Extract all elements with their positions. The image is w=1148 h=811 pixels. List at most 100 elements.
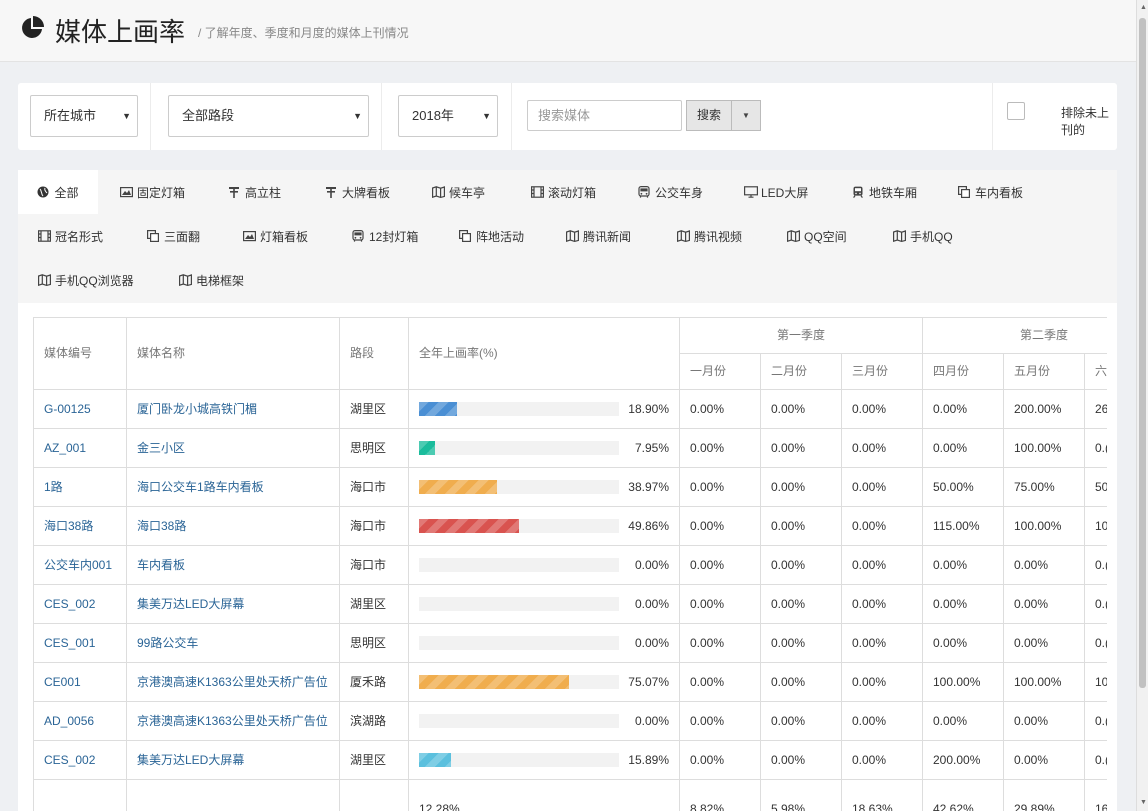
progress-bar-track <box>419 597 619 611</box>
month-rate-cell: 0.00% <box>761 507 842 546</box>
tab-8[interactable]: 地铁车厢 <box>842 170 927 214</box>
tab-12[interactable]: 灯箱看板 <box>233 214 318 258</box>
annual-rate-value: 0.00% <box>634 714 669 728</box>
tab-label: 冠名形式 <box>55 229 104 244</box>
road-cell: 思明区 <box>340 429 409 468</box>
header-month[interactable]: 一月份 <box>680 354 761 390</box>
scroll-down-icon[interactable]: ▼ <box>1140 799 1147 807</box>
tab-4[interactable]: 候车亭 <box>422 170 495 214</box>
month-rate-cell: 115.00% <box>923 507 1004 546</box>
header-month[interactable]: 三月份 <box>842 354 923 390</box>
tab-13[interactable]: 12封灯箱 <box>342 214 428 258</box>
month-rate-cell: 100.00% <box>1004 507 1085 546</box>
header-name[interactable]: 媒体名称 <box>127 318 340 390</box>
tab-1[interactable]: 固定灯箱 <box>110 170 195 214</box>
bus-icon <box>638 186 650 198</box>
month-rate-cell: 0.00% <box>923 546 1004 585</box>
map-icon <box>38 274 51 287</box>
pillar-icon <box>228 186 240 198</box>
media-code-link[interactable]: 海口38路 <box>34 507 127 546</box>
progress-bar-track <box>419 441 619 455</box>
media-code-link[interactable]: 公交车内001 <box>34 546 127 585</box>
media-name-link[interactable]: 京港澳高速K1363公里处天桥广告位 <box>127 663 340 702</box>
tab-2[interactable]: 高立柱 <box>218 170 291 214</box>
tab-17[interactable]: QQ空间 <box>777 214 857 258</box>
header-month[interactable]: 四月份 <box>923 354 1004 390</box>
media-name-link[interactable]: 99路公交车 <box>127 624 340 663</box>
tab-9[interactable]: 车内看板 <box>948 170 1033 214</box>
road-cell: 海口市 <box>340 468 409 507</box>
media-name-link[interactable]: 厦门卧龙小城高铁门楣 <box>127 390 340 429</box>
footer-month: 8.82% <box>680 780 761 811</box>
month-rate-cell: 0.( <box>1085 585 1107 624</box>
media-name-link[interactable]: 集美万达LED大屏幕 <box>127 585 340 624</box>
tab-16[interactable]: 腾讯视频 <box>667 214 752 258</box>
header-month[interactable]: 六 <box>1085 354 1107 390</box>
header-month[interactable]: 五月份 <box>1004 354 1085 390</box>
annual-rate-value: 38.97% <box>628 480 669 494</box>
scroll-up-icon[interactable]: ▲ <box>1140 4 1147 12</box>
picture-icon <box>243 230 257 242</box>
search-button[interactable]: 搜索 <box>686 100 732 131</box>
tab-label: 腾讯视频 <box>694 229 743 244</box>
city-select[interactable]: 所在城市 ▼ <box>30 95 138 137</box>
tab-7[interactable]: LED大屏 <box>734 170 818 214</box>
media-code-link[interactable]: CES_001 <box>34 624 127 663</box>
road-cell: 思明区 <box>340 624 409 663</box>
month-rate-cell: 0.00% <box>842 741 923 780</box>
road-select[interactable]: 全部路段 ▼ <box>168 95 369 137</box>
page-scrollbar[interactable]: ▲ ▼ <box>1136 0 1148 811</box>
month-rate-cell: 0.00% <box>842 468 923 507</box>
month-rate-cell: 0.00% <box>761 546 842 585</box>
media-code-link[interactable]: 1路 <box>34 468 127 507</box>
annual-rate-cell: 38.97% <box>409 468 680 507</box>
scrollbar-thumb[interactable] <box>1139 18 1146 688</box>
tab-10[interactable]: 冠名形式 <box>28 214 113 258</box>
header-annual[interactable]: 全年上画率(%) <box>409 318 680 390</box>
header-road[interactable]: 路段 <box>340 318 409 390</box>
media-name-link[interactable]: 海口公交车1路车内看板 <box>127 468 340 507</box>
media-name-link[interactable]: 车内看板 <box>127 546 340 585</box>
media-name-link[interactable]: 金三小区 <box>127 429 340 468</box>
media-code-link[interactable]: AD_0056 <box>34 702 127 741</box>
tab-label: 高立柱 <box>245 185 282 200</box>
exclude-unpublished-checkbox[interactable] <box>1007 102 1025 120</box>
search-input[interactable]: 搜索媒体 <box>527 100 682 131</box>
media-code-link[interactable]: CES_002 <box>34 585 127 624</box>
month-rate-cell: 0.00% <box>923 702 1004 741</box>
month-rate-cell: 0.00% <box>1004 702 1085 741</box>
media-code-link[interactable]: AZ_001 <box>34 429 127 468</box>
tab-19[interactable]: 手机QQ浏览器 <box>28 258 144 302</box>
media-code-link[interactable]: CES_002 <box>34 741 127 780</box>
tab-14[interactable]: 阵地活动 <box>449 214 534 258</box>
annual-rate-cell: 15.89% <box>409 741 680 780</box>
media-name-link[interactable]: 海口38路 <box>127 507 340 546</box>
year-select[interactable]: 2018年 ▼ <box>398 95 498 137</box>
header-code[interactable]: 媒体编号 <box>34 318 127 390</box>
media-code-link[interactable]: CE001 <box>34 663 127 702</box>
tab-0[interactable]: 全部 <box>18 170 98 214</box>
tab-5[interactable]: 滚动灯箱 <box>521 170 606 214</box>
month-rate-cell: 0.00% <box>842 585 923 624</box>
month-rate-cell: 0.00% <box>680 663 761 702</box>
divider <box>381 83 382 150</box>
tab-6[interactable]: 公交车身 <box>628 170 713 214</box>
month-rate-cell: 0.00% <box>1004 624 1085 663</box>
tab-label: 滚动灯箱 <box>548 185 597 200</box>
media-name-link[interactable]: 集美万达LED大屏幕 <box>127 741 340 780</box>
progress-bar-track <box>419 480 619 494</box>
tab-11[interactable]: 三面翻 <box>137 214 210 258</box>
annual-rate-cell: 75.07% <box>409 663 680 702</box>
tab-20[interactable]: 电梯框架 <box>169 258 254 302</box>
media-name-link[interactable]: 京港澳高速K1363公里处天桥广告位 <box>127 702 340 741</box>
tab-15[interactable]: 腾讯新闻 <box>556 214 641 258</box>
search-dropdown-button[interactable]: ▼ <box>731 100 761 131</box>
footer-code <box>34 780 127 811</box>
tab-18[interactable]: 手机QQ <box>883 214 963 258</box>
header-month[interactable]: 二月份 <box>761 354 842 390</box>
media-code-link[interactable]: G-00125 <box>34 390 127 429</box>
month-rate-cell: 200.00% <box>923 741 1004 780</box>
month-rate-cell: 100.00% <box>923 663 1004 702</box>
tab-3[interactable]: 大牌看板 <box>315 170 400 214</box>
annual-rate-cell: 0.00% <box>409 702 680 741</box>
